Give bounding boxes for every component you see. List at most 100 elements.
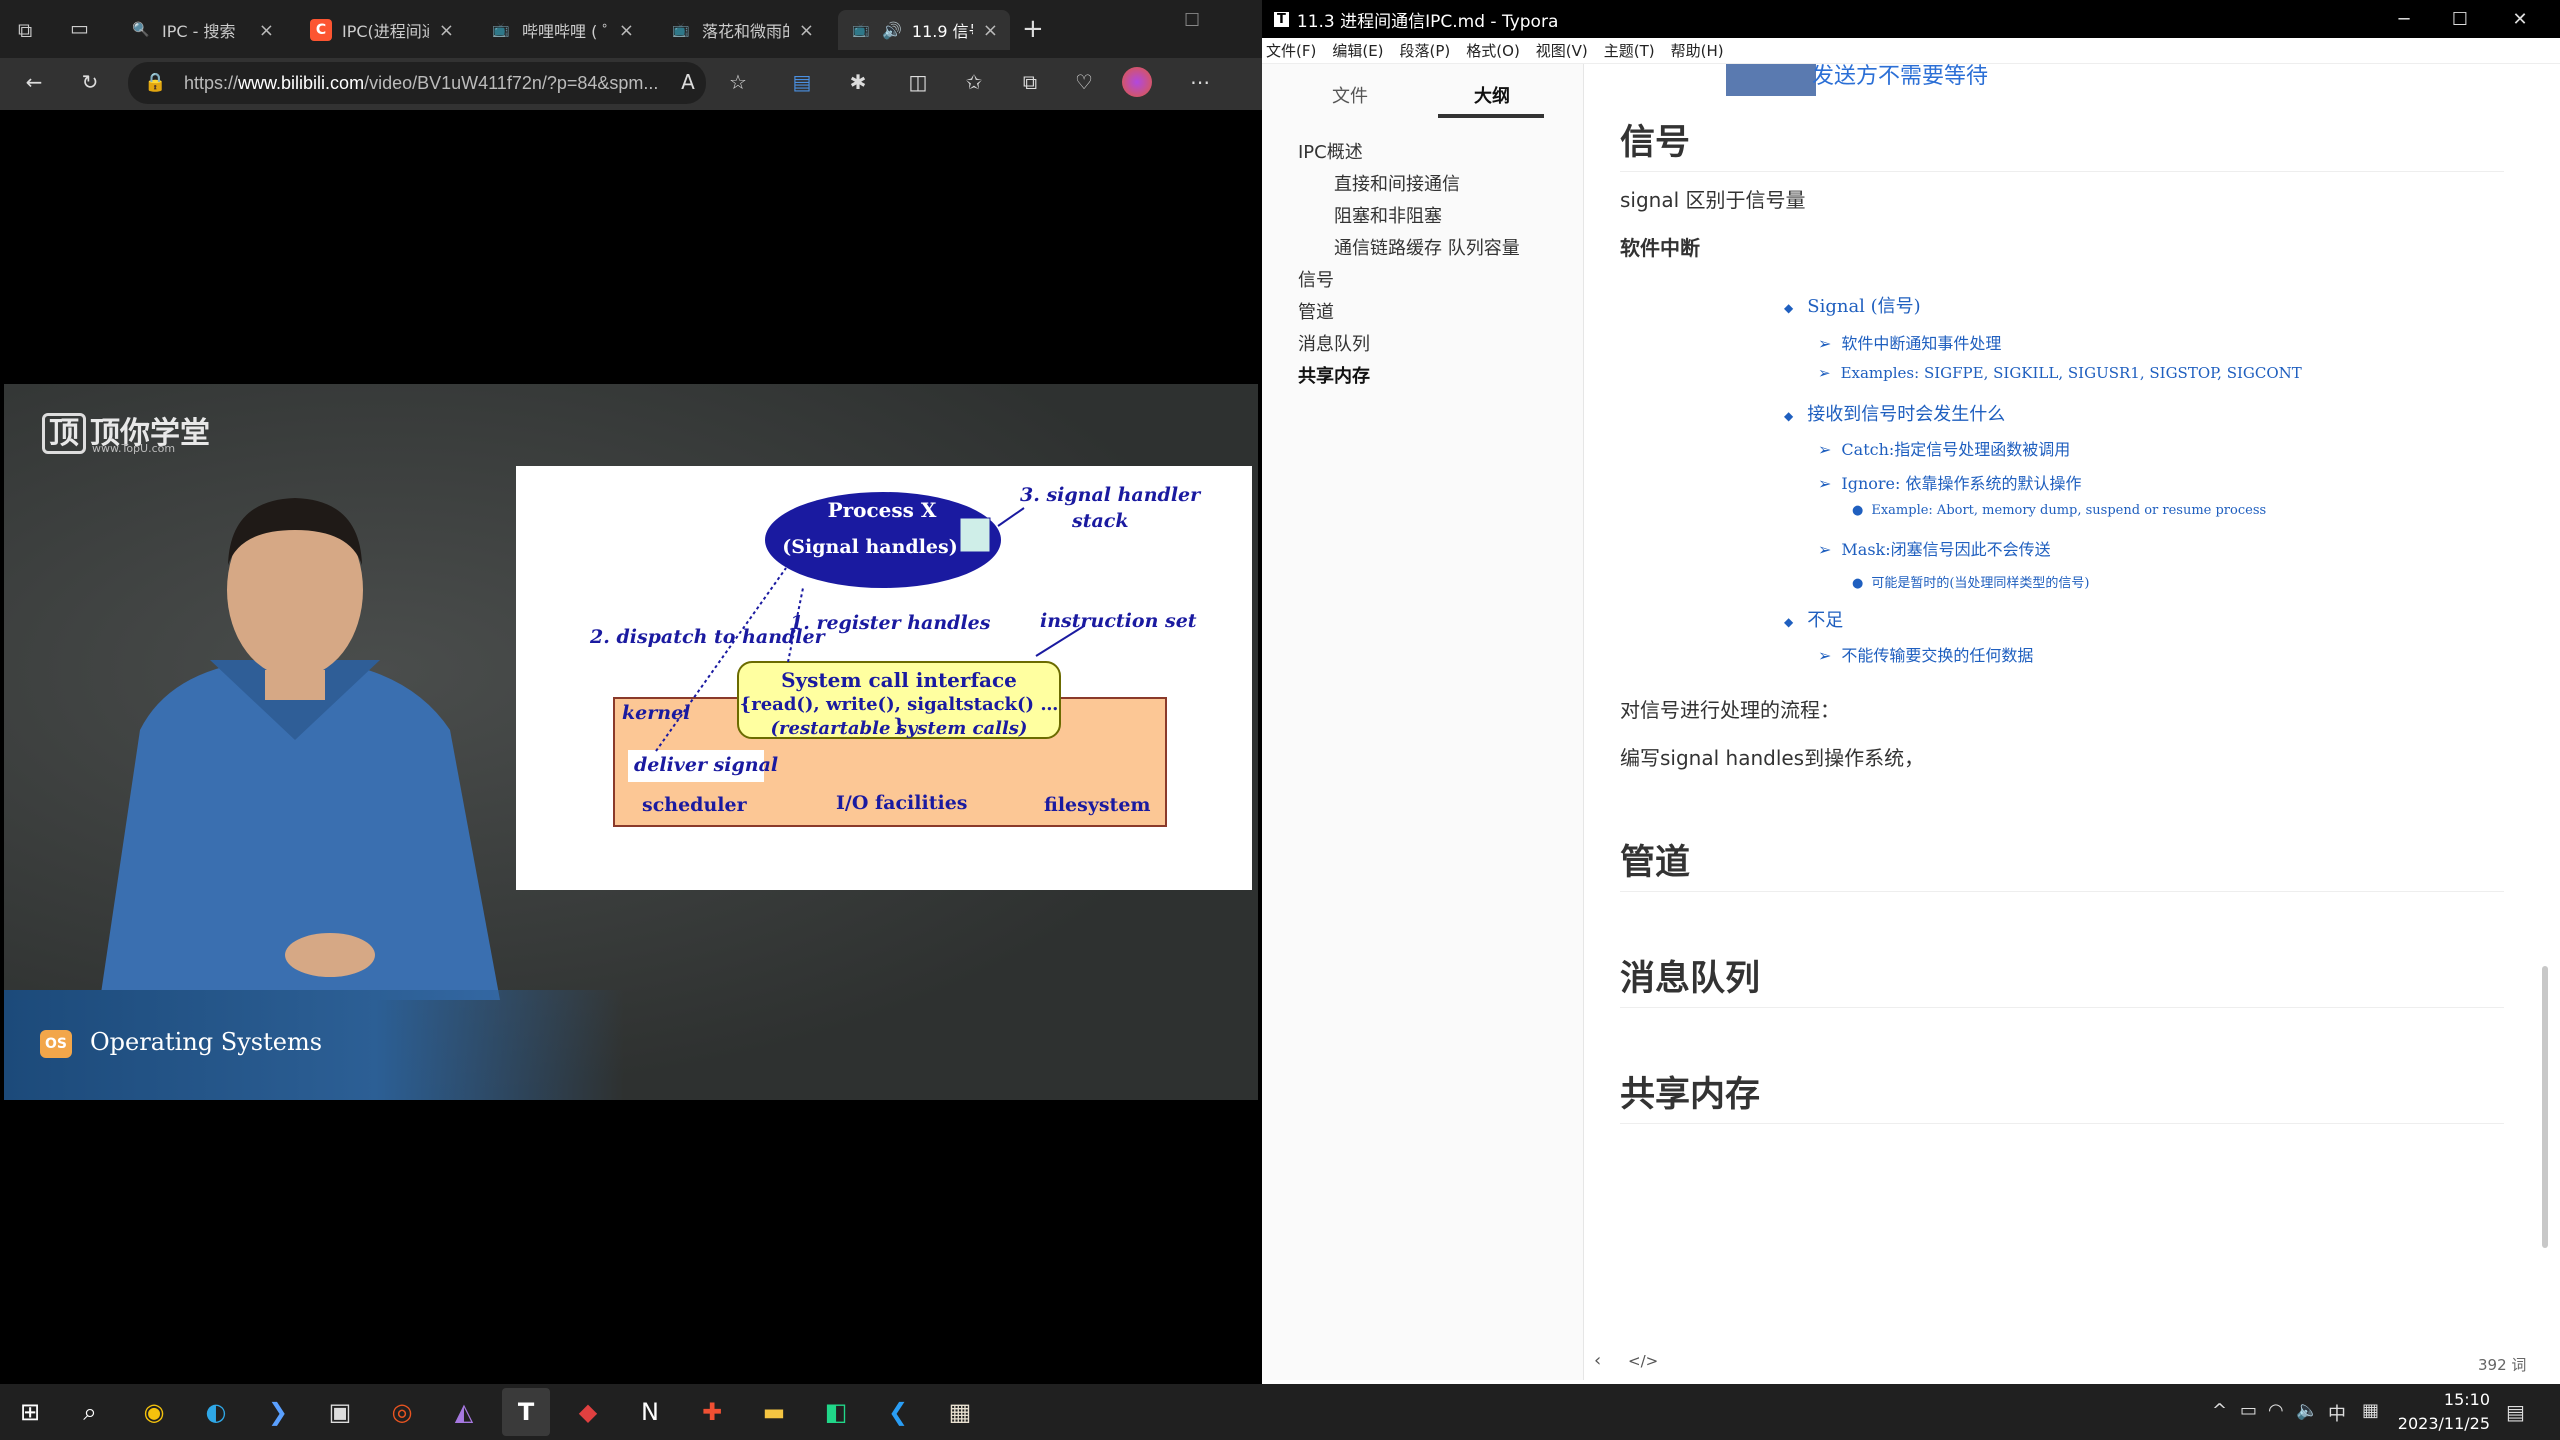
word-count[interactable]: 392 词 xyxy=(2478,1354,2526,1375)
clock-date[interactable]: 2023/11/25 xyxy=(2392,1414,2490,1433)
heading-shared-memory: 共享内存 xyxy=(1620,1066,2504,1124)
bullet-text: 软件中断通知事件处理 xyxy=(1841,334,2002,353)
edge-icon[interactable]: ◐ xyxy=(192,1388,240,1436)
more-icon[interactable]: ⋯ xyxy=(1182,64,1218,100)
battery-icon[interactable]: ▭ xyxy=(2240,1400,2257,1421)
sidebar-tab-outline[interactable]: 大纲 xyxy=(1474,82,1510,108)
bilibili-icon: 📺 xyxy=(852,22,870,38)
notion-icon[interactable]: N xyxy=(626,1388,674,1436)
file-explorer-icon[interactable]: ▬ xyxy=(750,1388,798,1436)
tab-ipc-search[interactable]: 🔍 IPC - 搜索 × xyxy=(118,10,286,50)
read-aloud-icon[interactable]: A xyxy=(670,64,706,100)
outline-item[interactable]: 信号 xyxy=(1298,266,1334,292)
search-icon[interactable]: ⌕ xyxy=(66,1388,114,1436)
app-red-icon[interactable]: ◆ xyxy=(564,1388,612,1436)
split-screen-icon[interactable]: ◫ xyxy=(900,64,936,100)
terminal-icon[interactable]: ▣ xyxy=(316,1388,364,1436)
outline-item-active[interactable]: 共享内存 xyxy=(1298,362,1370,388)
address-bar[interactable]: https://www.bilibili.com/video/BV1uW411f… xyxy=(128,62,706,104)
close-tab-icon[interactable]: × xyxy=(983,20,998,41)
typora-titlebar: T 11.3 进程间通信IPC.md - Typora xyxy=(1262,0,2560,38)
favorite-star-icon[interactable]: ☆ xyxy=(720,64,756,100)
lock-icon[interactable]: 🔒 xyxy=(144,72,166,93)
ime-indicator[interactable]: 中 xyxy=(2328,1400,2346,1426)
chrome-icon[interactable]: ◉ xyxy=(130,1388,178,1436)
ime-mode-icon[interactable]: ▦ xyxy=(2362,1400,2379,1421)
banner-title: Operating Systems xyxy=(90,1028,323,1056)
arrow-bullet-icon: ➢ xyxy=(1818,334,1832,353)
tab-label: IPC(进程间通信 xyxy=(342,22,429,41)
menu-edit[interactable]: 编辑(E) xyxy=(1332,40,1383,61)
extensions-icon[interactable]: ✱ xyxy=(840,64,876,100)
outline-item[interactable]: 消息队列 xyxy=(1298,330,1370,356)
powershell-icon[interactable]: ❯ xyxy=(254,1388,302,1436)
slide-label-stack-2: stack xyxy=(1072,510,1129,532)
menu-theme[interactable]: 主题(T) xyxy=(1604,40,1655,61)
back-icon[interactable]: ← xyxy=(16,64,52,100)
close-tab-icon[interactable]: × xyxy=(259,20,274,41)
collections-icon[interactable]: ⧉ xyxy=(1012,64,1048,100)
clock-time[interactable]: 15:10 xyxy=(2400,1390,2490,1409)
presenter-image xyxy=(100,498,500,1000)
tab-bilibili-home[interactable]: 📺 哔哩哔哩 ( ゜- × xyxy=(478,10,646,50)
close-tab-icon[interactable]: × xyxy=(439,20,454,41)
tray-chevron-icon[interactable]: ^ xyxy=(2212,1400,2227,1421)
outline-item[interactable]: 管道 xyxy=(1298,298,1334,324)
tab-csdn[interactable]: C IPC(进程间通信 × xyxy=(298,10,466,50)
menu-file[interactable]: 文件(F) xyxy=(1266,40,1316,61)
editor-scrollbar[interactable] xyxy=(2542,966,2548,1248)
sidebar-tab-files[interactable]: 文件 xyxy=(1332,82,1368,108)
tab-actions-icon[interactable]: ▭ xyxy=(70,16,89,40)
notifications-icon[interactable]: ▤ xyxy=(2506,1400,2525,1424)
bilibili-icon: 📺 xyxy=(492,22,510,38)
outline-item[interactable]: 直接和间接通信 xyxy=(1334,170,1460,196)
visual-studio-icon[interactable]: ◭ xyxy=(440,1388,488,1436)
close-tab-icon[interactable]: × xyxy=(619,20,634,41)
image-viewer-icon[interactable]: ▦ xyxy=(936,1388,984,1436)
favorites-icon[interactable]: ✩ xyxy=(956,64,992,100)
maximize-button[interactable]: ☐ xyxy=(2430,0,2490,38)
performance-icon[interactable]: ♡ xyxy=(1066,64,1102,100)
typora-sidebar xyxy=(1262,64,1584,1380)
volume-icon[interactable]: 🔈 xyxy=(2296,1400,2318,1421)
paragraph-soft-interrupt: 软件中断 xyxy=(1620,236,1700,260)
url-path: /video/BV1uW411f72n/?p=84&spm... xyxy=(364,72,659,93)
workspaces-icon[interactable]: ⧉ xyxy=(18,18,32,42)
menu-help[interactable]: 帮助(H) xyxy=(1671,40,1724,61)
menu-format[interactable]: 格式(O) xyxy=(1466,40,1520,61)
sidebar-tab-indicator xyxy=(1438,114,1544,118)
minimize-button[interactable]: ─ xyxy=(2374,0,2434,38)
search-icon: 🔍 xyxy=(132,22,150,38)
bullet-item: ◆ Signal (信号) xyxy=(1784,292,1921,318)
profile-avatar[interactable] xyxy=(1122,67,1152,97)
source-code-icon[interactable]: </> xyxy=(1628,1352,1658,1370)
speaker-icon[interactable]: 🔊 xyxy=(882,21,902,40)
tab-bilibili-space[interactable]: 📺 落花和微雨的 × xyxy=(658,10,826,50)
menu-view[interactable]: 视图(V) xyxy=(1536,40,1588,61)
outline-item[interactable]: IPC概述 xyxy=(1298,138,1363,164)
stack-arrow xyxy=(997,507,1025,527)
close-window-button[interactable]: ✕ xyxy=(2490,0,2550,38)
start-icon[interactable]: ⊞ xyxy=(6,1388,54,1436)
ubuntu-icon[interactable]: ◎ xyxy=(378,1388,426,1436)
bullet-text: Ignore: 依靠操作系统的默认操作 xyxy=(1841,474,2082,493)
wifi-icon[interactable]: ◠ xyxy=(2268,1400,2284,1421)
outline-item[interactable]: 通信链路缓存 队列容量 xyxy=(1334,234,1520,260)
paragraph-flow: 对信号进行处理的流程： xyxy=(1620,698,1840,722)
close-tab-icon[interactable]: × xyxy=(799,20,814,41)
logo-subtext: www.TopU.com xyxy=(92,442,176,455)
document-icon[interactable]: ▤ xyxy=(784,64,820,100)
vscode-icon[interactable]: ❮ xyxy=(874,1388,922,1436)
new-tab-button[interactable]: + xyxy=(1022,14,1044,44)
tab-signal-video[interactable]: 📺 🔊 11.9 信号 × xyxy=(838,10,1010,50)
restore-icon[interactable]: ☐ xyxy=(1184,10,1200,31)
pycharm-icon[interactable]: ◧ xyxy=(812,1388,860,1436)
outline-item[interactable]: 阻塞和非阻塞 xyxy=(1334,202,1442,228)
refresh-icon[interactable]: ↻ xyxy=(72,64,108,100)
xmind-icon[interactable]: ✚ xyxy=(688,1388,736,1436)
menu-paragraph[interactable]: 段落(P) xyxy=(1400,40,1451,61)
toggle-sidebar-icon[interactable]: ‹ xyxy=(1594,1350,1601,1371)
circle-bullet-icon: ● xyxy=(1852,503,1864,518)
typora-taskbar-icon[interactable]: T xyxy=(502,1388,550,1436)
arrow-bullet-icon: ➢ xyxy=(1818,440,1832,459)
